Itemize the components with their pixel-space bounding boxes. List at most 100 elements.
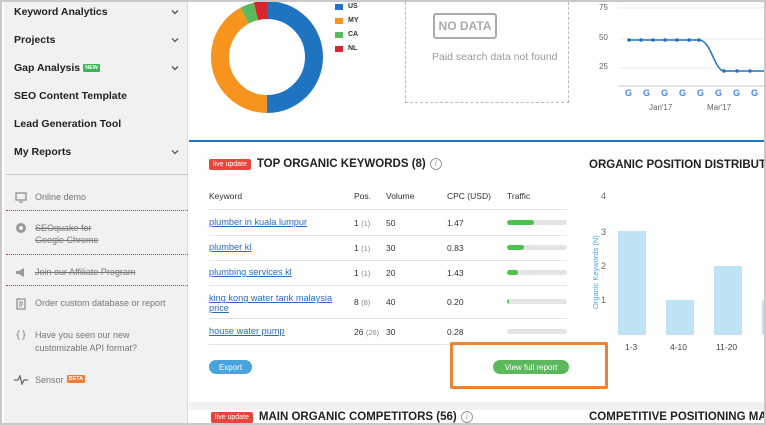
position-distribution-title: ORGANIC POSITION DISTRIBUT bbox=[589, 159, 766, 171]
y-tick: 3 bbox=[601, 227, 607, 237]
keyword-link[interactable]: king kong water tank malaysia price bbox=[209, 293, 332, 313]
google-update-icon: G bbox=[679, 88, 687, 98]
google-update-icon: G bbox=[751, 88, 759, 98]
cpc-cell: 1.43 bbox=[447, 268, 464, 278]
trend-month: Jan'17 bbox=[649, 103, 673, 112]
volume-cell: 30 bbox=[386, 327, 396, 337]
nav-lead-generation-tool[interactable]: Lead Generation Tool bbox=[14, 114, 179, 134]
nav-label: Projects bbox=[14, 34, 56, 46]
y-tick: 2 bbox=[601, 261, 607, 271]
chevron-down-icon bbox=[171, 38, 179, 43]
affiliate-link[interactable]: Join our Affiliate Program bbox=[14, 267, 184, 278]
volume-cell: 20 bbox=[386, 268, 396, 278]
trend-month: Mar'17 bbox=[707, 103, 732, 112]
live-update-badge: live update bbox=[209, 158, 251, 170]
nav-label: My Reports bbox=[14, 146, 72, 158]
trend-tick: 50 bbox=[599, 33, 608, 42]
traffic-fill bbox=[507, 245, 524, 250]
position-bar[interactable] bbox=[714, 265, 742, 335]
top-widgets: US MY CA NL NO DATA Paid search data not… bbox=[189, 2, 764, 140]
info-icon[interactable]: i bbox=[429, 158, 442, 170]
nav-label: Keyword Analytics bbox=[14, 6, 108, 18]
live-update-badge: live update bbox=[211, 411, 253, 423]
seoquake-icon bbox=[16, 223, 26, 233]
google-update-icon: G bbox=[715, 88, 723, 98]
view-full-report-button[interactable]: View full report bbox=[493, 360, 569, 374]
keyword-link[interactable]: plumbing services kl bbox=[209, 267, 292, 277]
chevron-down-icon bbox=[171, 10, 179, 15]
traffic-fill bbox=[507, 220, 534, 225]
google-update-icon: G bbox=[733, 88, 741, 98]
nav-label: Lead Generation Tool bbox=[14, 118, 122, 130]
col-volume[interactable]: Volume bbox=[386, 191, 414, 201]
cpc-cell: 0.20 bbox=[447, 297, 464, 307]
y-tick: 4 bbox=[601, 191, 607, 201]
traffic-bar bbox=[507, 270, 567, 275]
braces-icon: {} bbox=[14, 330, 28, 341]
section-divider bbox=[189, 140, 764, 142]
document-icon bbox=[16, 298, 26, 310]
order-custom-link[interactable]: Order custom database or report bbox=[14, 298, 184, 310]
google-update-icon: G bbox=[643, 88, 651, 98]
keyword-link[interactable]: plumber kl bbox=[209, 242, 251, 252]
nav-label: Gap Analysis bbox=[14, 62, 81, 74]
position-bar[interactable] bbox=[618, 230, 646, 335]
chevron-down-icon bbox=[171, 66, 179, 71]
x-tick: 4-10 bbox=[670, 342, 688, 352]
info-icon[interactable]: i bbox=[460, 411, 473, 423]
nav-keyword-analytics[interactable]: Keyword Analytics bbox=[14, 2, 179, 22]
x-tick: 11-20 bbox=[716, 342, 738, 352]
position-bar[interactable] bbox=[762, 300, 764, 335]
beta-badge: BETA bbox=[66, 375, 86, 383]
position-cell: 26 (26) bbox=[354, 327, 380, 337]
legend-us: US bbox=[335, 3, 358, 10]
google-update-icon: G bbox=[625, 88, 633, 98]
nav-gap-analysis[interactable]: Gap Analysis NEW bbox=[14, 58, 179, 78]
legend-ca: CA bbox=[335, 31, 358, 38]
col-traffic[interactable]: Traffic bbox=[507, 191, 530, 201]
dotted-divider bbox=[6, 210, 188, 211]
legend-my: MY bbox=[335, 17, 359, 24]
traffic-by-country-donut bbox=[211, 2, 323, 113]
keyword-link[interactable]: plumber in kuala lumpur bbox=[209, 217, 307, 227]
position-bar[interactable] bbox=[666, 300, 694, 335]
col-keyword[interactable]: Keyword bbox=[209, 191, 242, 201]
nav-projects[interactable]: Projects bbox=[14, 30, 179, 50]
cpc-cell: 0.28 bbox=[447, 327, 464, 337]
cpc-cell: 0.83 bbox=[447, 243, 464, 253]
volume-cell: 30 bbox=[386, 243, 396, 253]
cpc-cell: 1.47 bbox=[447, 218, 464, 228]
position-cell: 1 (1) bbox=[354, 268, 371, 278]
sidebar: Keyword Analytics Projects Gap Analysis N… bbox=[4, 2, 188, 423]
no-data-message: Paid search data not found bbox=[432, 51, 558, 63]
nav-my-reports[interactable]: My Reports bbox=[14, 142, 179, 162]
traffic-bar bbox=[507, 329, 567, 334]
seoquake-link[interactable]: SEOquake for Google Chrome bbox=[14, 222, 184, 246]
col-cpc[interactable]: CPC (USD) bbox=[447, 191, 491, 201]
paid-search-panel: NO DATA Paid search data not found bbox=[405, 2, 569, 103]
nav-seo-content-template[interactable]: SEO Content Template bbox=[14, 86, 179, 106]
col-pos[interactable]: Pos. bbox=[354, 191, 371, 201]
online-demo-link[interactable]: Online demo bbox=[14, 192, 184, 203]
dotted-divider bbox=[6, 254, 188, 255]
sensor-link[interactable]: Sensor BETA bbox=[14, 375, 184, 385]
trend-line-chart bbox=[619, 7, 764, 87]
x-tick: 1-3 bbox=[625, 342, 638, 352]
traffic-bar bbox=[507, 245, 567, 250]
competitors-title: live update MAIN ORGANIC COMPETITORS (56… bbox=[211, 411, 473, 423]
keyword-link[interactable]: house water pump bbox=[209, 326, 285, 336]
legend-nl: NL bbox=[335, 45, 357, 52]
main-content: US MY CA NL NO DATA Paid search data not… bbox=[189, 2, 766, 423]
new-badge: NEW bbox=[83, 64, 100, 73]
no-data-tag: NO DATA bbox=[433, 13, 497, 39]
position-cell: 1 (1) bbox=[354, 243, 371, 253]
volume-cell: 40 bbox=[386, 297, 396, 307]
trend-line bbox=[629, 39, 764, 72]
nav-label: SEO Content Template bbox=[14, 90, 127, 102]
position-cell: 8 (8) bbox=[354, 297, 371, 307]
api-format-link[interactable]: {} Have you seen our new customizable API… bbox=[14, 329, 184, 355]
export-button[interactable]: Export bbox=[209, 360, 252, 374]
google-update-icon: G bbox=[661, 88, 669, 98]
position-cell: 1 (1) bbox=[354, 218, 371, 228]
monitor-icon bbox=[15, 192, 27, 203]
